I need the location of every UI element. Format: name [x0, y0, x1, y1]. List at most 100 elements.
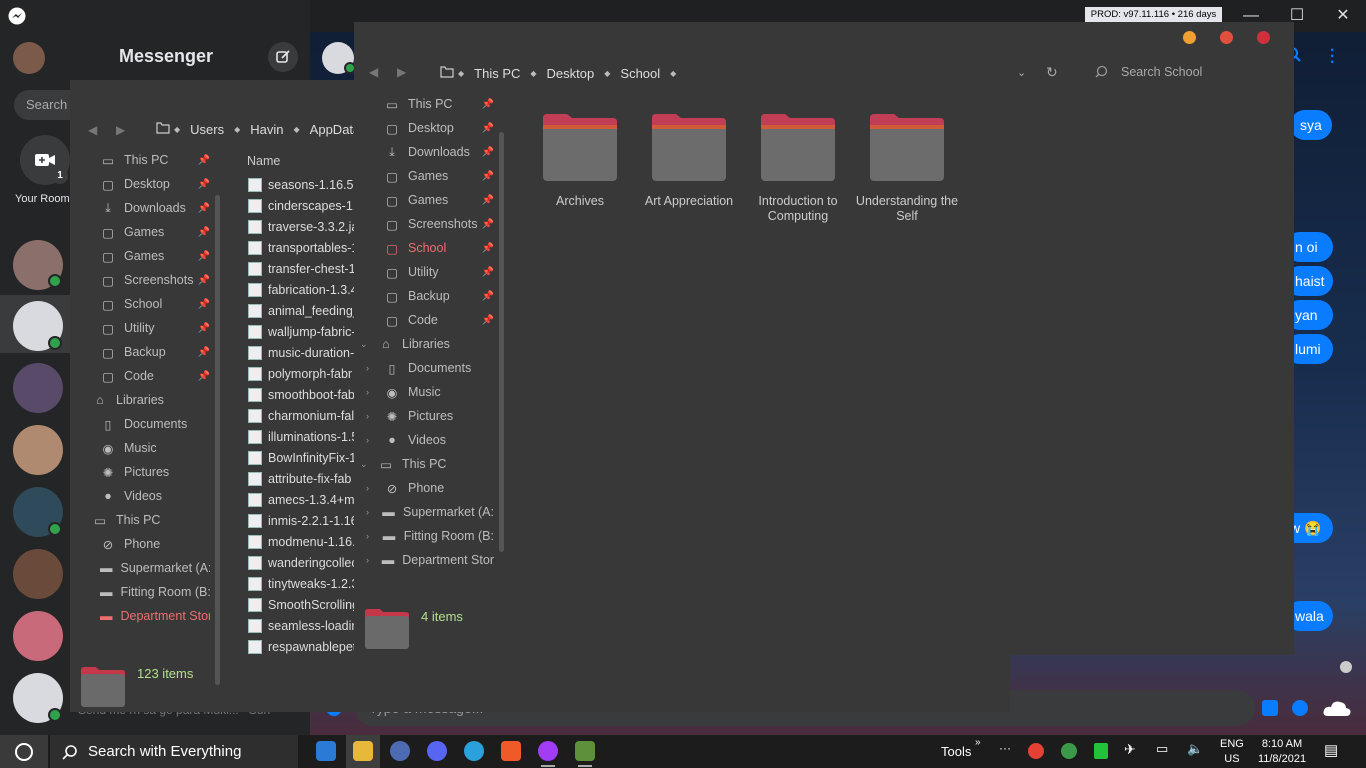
chevron-right-icon[interactable]: › — [366, 387, 376, 397]
sidebar-item-desktop[interactable]: ▢ Desktop 📌 — [384, 116, 494, 140]
forward-arrow-icon[interactable]: ▶ — [397, 65, 406, 79]
sidebar-item-this-pc[interactable]: ▭ This PC 📌 — [384, 92, 494, 116]
sidebar-item-drive-b[interactable]: ▬ Fitting Room (B: — [100, 580, 210, 604]
chevron-right-icon[interactable]: › — [366, 555, 374, 565]
sidebar-item-documents[interactable]: ▯ Documents — [100, 412, 210, 436]
sidebar-item-school[interactable]: ▢ School 📌 — [100, 292, 210, 316]
breadcrumb-item[interactable]: This PC — [474, 66, 520, 81]
chevron-right-icon[interactable]: › — [366, 363, 376, 373]
tools-toolbar-label[interactable]: Tools — [941, 744, 971, 759]
chevron-right-icon[interactable]: › — [366, 435, 376, 445]
sidebar-item-games[interactable]: ▢ Games 📌 — [100, 244, 210, 268]
vscode-icon[interactable] — [316, 741, 336, 761]
file-row[interactable]: tinytweaks-1.2.3 — [248, 573, 354, 594]
sidebar-item-libraries[interactable]: ⌂ Libraries — [92, 388, 210, 412]
back-arrow-icon[interactable]: ◀ — [369, 65, 378, 79]
breadcrumb-item[interactable]: School — [620, 66, 660, 81]
close-button[interactable]: ✕ — [1332, 6, 1354, 26]
chevron-down-icon[interactable]: ⌄ — [360, 459, 370, 470]
chat-avatar[interactable] — [13, 611, 63, 661]
sidebar-item-pictures[interactable]: › ✺ Pictures — [366, 404, 494, 428]
volume-icon[interactable]: 🔈 — [1187, 741, 1203, 757]
close-button[interactable] — [1257, 31, 1270, 44]
breadcrumb-item[interactable]: AppData — [310, 122, 361, 137]
compose-button[interactable] — [268, 42, 298, 72]
file-row[interactable]: transfer-chest-1. — [248, 258, 354, 279]
search-input[interactable]: Search School — [1121, 65, 1202, 79]
sidebar-item-this-pc-group[interactable]: ▭ This PC — [92, 508, 210, 532]
maximize-button[interactable] — [1220, 31, 1233, 44]
folder-tile-archives[interactable]: Archives — [525, 112, 635, 209]
sidebar-item-pictures[interactable]: ✺ Pictures — [100, 460, 210, 484]
forward-arrow-icon[interactable]: ▶ — [116, 123, 125, 137]
sidebar-item-phone[interactable]: › ⊘ Phone — [366, 476, 494, 500]
folder-tile-understanding-the-self[interactable]: Understanding the Self — [852, 112, 962, 224]
column-header-name[interactable]: Name — [247, 154, 280, 168]
sidebar-item-downloads[interactable]: ⤓ Downloads 📌 — [384, 140, 494, 164]
airplane-icon[interactable]: ✈ — [1124, 741, 1136, 758]
sidebar-item-drive-a[interactable]: ▬ Supermarket (A: — [100, 556, 210, 580]
more-options-icon[interactable]: · · · — [1330, 43, 1335, 71]
sidebar-scrollbar[interactable] — [215, 195, 220, 685]
battery-icon[interactable]: ▭ — [1156, 741, 1168, 757]
refresh-icon[interactable]: ↻ — [1046, 64, 1058, 81]
battery-app-icon[interactable] — [1094, 743, 1108, 759]
chevron-right-icon[interactable]: › — [366, 483, 376, 493]
file-row[interactable]: traverse-3.3.2.jar — [248, 216, 354, 237]
sidebar-item-documents[interactable]: › ▯ Documents — [366, 356, 494, 380]
chat-avatar[interactable] — [13, 549, 63, 599]
more-icon[interactable]: ··· — [999, 741, 1011, 755]
notification-icon[interactable]: ▤ — [1324, 741, 1338, 759]
sidebar-item-games[interactable]: ▢ Games 📌 — [384, 164, 494, 188]
emoji-icon[interactable] — [1292, 700, 1308, 716]
file-row[interactable]: seamless-loadin — [248, 615, 354, 636]
file-row[interactable]: fabrication-1.3.4 — [248, 279, 354, 300]
chevron-right-icon[interactable]: › — [366, 507, 374, 517]
file-row[interactable]: illuminations-1.5 — [248, 426, 354, 447]
breadcrumb-item[interactable]: Users — [190, 122, 224, 137]
app-tray-icon[interactable] — [1061, 743, 1077, 759]
sidebar-scrollbar[interactable] — [499, 132, 504, 552]
file-row[interactable]: animal_feeding_ — [248, 300, 354, 321]
chevron-down-icon[interactable]: ⌄ — [1017, 66, 1026, 79]
back-arrow-icon[interactable]: ◀ — [88, 123, 97, 137]
file-row[interactable]: seasons-1.16.5-1 — [248, 174, 354, 195]
minecraft-icon[interactable] — [575, 741, 595, 761]
app-icon[interactable] — [390, 741, 410, 761]
sidebar-item-utility[interactable]: ▢ Utility 📌 — [384, 260, 494, 284]
file-row[interactable]: polymorph-fabr — [248, 363, 354, 384]
file-row[interactable]: amecs-1.3.4+mc — [248, 489, 354, 510]
breadcrumb-item[interactable]: Havin — [250, 122, 283, 137]
sticker-icon[interactable] — [1262, 700, 1278, 716]
minimize-button[interactable] — [1183, 31, 1196, 44]
sidebar-item-code[interactable]: ▢ Code 📌 — [384, 308, 494, 332]
sidebar-item-downloads[interactable]: ⤓ Downloads 📌 — [100, 196, 210, 220]
sidebar-item-backup[interactable]: ▢ Backup 📌 — [100, 340, 210, 364]
chrome-icon[interactable] — [1028, 743, 1044, 759]
chat-avatar[interactable] — [13, 425, 63, 475]
sidebar-item-department-store[interactable]: › ▬ Department Stor — [366, 548, 494, 572]
sidebar-item-games[interactable]: ▢ Games 📌 — [384, 188, 494, 212]
start-button[interactable] — [0, 735, 48, 768]
file-row[interactable]: smoothboot-fab — [248, 384, 354, 405]
file-row[interactable]: transportables-1 — [248, 237, 354, 258]
sidebar-item-videos[interactable]: ● Videos — [100, 484, 210, 508]
sidebar-item-backup[interactable]: ▢ Backup 📌 — [384, 284, 494, 308]
profile-avatar[interactable] — [13, 42, 45, 74]
chevron-right-icon[interactable]: » — [975, 737, 981, 748]
sidebar-item-libraries[interactable]: ⌄ ⌂ Libraries — [360, 332, 494, 356]
sidebar-item-music[interactable]: › ◉ Music — [366, 380, 494, 404]
taskbar-search[interactable]: Search with Everything — [50, 735, 298, 768]
sidebar-item-school-active[interactable]: ▢ School 📌 — [384, 236, 494, 260]
file-row[interactable]: wanderingcollec — [248, 552, 354, 573]
file-row[interactable]: respawnablepets — [248, 636, 354, 657]
file-row[interactable]: charmonium-fal — [248, 405, 354, 426]
sidebar-item-this-pc[interactable]: ▭ This PC 📌 — [100, 148, 210, 172]
sidebar-item-screenshots[interactable]: ▢ Screenshots 📌 — [384, 212, 494, 236]
file-row[interactable]: modmenu-1.16.9 — [248, 531, 354, 552]
file-row[interactable]: attribute-fix-fab — [248, 468, 354, 489]
sidebar-item-games[interactable]: ▢ Games 📌 — [100, 220, 210, 244]
sidebar-item-drive-a[interactable]: › ▬ Supermarket (A: — [366, 500, 494, 524]
file-row[interactable]: SmoothScrolling — [248, 594, 354, 615]
chat-avatar[interactable] — [13, 363, 63, 413]
